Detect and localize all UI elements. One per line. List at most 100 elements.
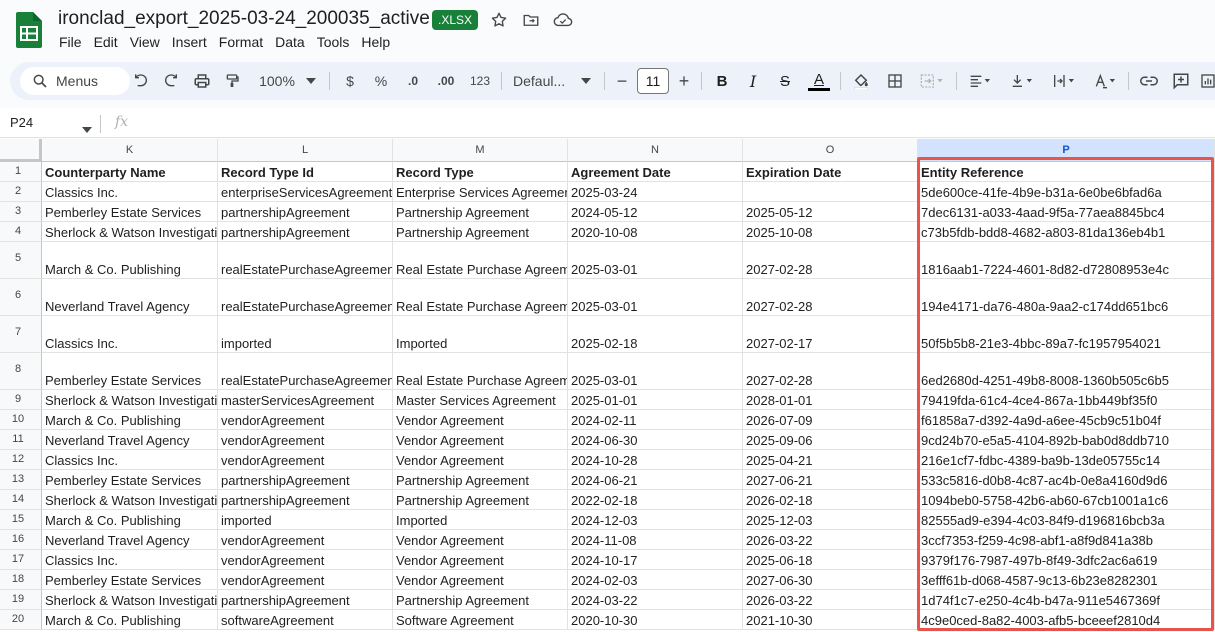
table-cell[interactable]: Classics Inc. <box>42 182 218 202</box>
table-cell[interactable]: Software Agreement <box>393 610 568 630</box>
sheets-logo-icon[interactable] <box>16 12 42 48</box>
table-cell[interactable]: Real Estate Purchase Agreement <box>393 242 568 279</box>
table-cell[interactable]: 2027-02-28 <box>743 353 918 390</box>
table-cell[interactable]: Partnership Agreement <box>393 590 568 610</box>
table-cell[interactable]: Pemberley Estate Services <box>42 202 218 222</box>
menu-help[interactable]: Help <box>355 33 396 51</box>
select-all-corner[interactable] <box>0 139 42 162</box>
table-cell[interactable]: imported <box>218 510 393 530</box>
row-header-16[interactable]: 16 <box>0 530 42 550</box>
table-cell[interactable]: Classics Inc. <box>42 450 218 470</box>
table-cell[interactable]: Sherlock & Watson Investigations <box>42 590 218 610</box>
table-cell[interactable]: 2025-12-03 <box>743 510 918 530</box>
table-cell[interactable]: partnershipAgreement <box>218 590 393 610</box>
row-header-17[interactable]: 17 <box>0 550 42 570</box>
zoom-caret-icon[interactable] <box>305 69 317 93</box>
table-cell[interactable]: Classics Inc. <box>42 550 218 570</box>
merge-cells-icon[interactable] <box>915 69 949 93</box>
table-cell[interactable]: 82555ad9-e394-4c03-84f9-d196816bcb3a <box>918 510 1215 530</box>
insert-comment-icon[interactable] <box>1170 69 1192 93</box>
name-box-caret-icon[interactable] <box>82 120 92 138</box>
table-cell[interactable]: Neverland Travel Agency <box>42 430 218 450</box>
row-header-10[interactable]: 10 <box>0 410 42 430</box>
table-cell[interactable]: 6ed2680d-4251-49b8-8008-1360b505c6b5 <box>918 353 1215 390</box>
table-cell[interactable]: 2024-05-12 <box>568 202 743 222</box>
table-cell[interactable]: vendorAgreement <box>218 530 393 550</box>
table-cell[interactable]: 2025-01-01 <box>568 390 743 410</box>
row-header-20[interactable]: 20 <box>0 610 42 630</box>
row-header-12[interactable]: 12 <box>0 450 42 470</box>
table-cell[interactable]: 2028-01-01 <box>743 390 918 410</box>
zoom-select[interactable]: 100% <box>256 69 298 93</box>
strikethrough-button[interactable]: S <box>776 69 794 93</box>
column-header-k[interactable]: K <box>42 139 218 162</box>
row-header-4[interactable]: 4 <box>0 222 42 242</box>
table-cell[interactable]: Sherlock & Watson Investigations <box>42 490 218 510</box>
row-header-13[interactable]: 13 <box>0 470 42 490</box>
insert-link-icon[interactable] <box>1138 69 1160 93</box>
table-cell[interactable]: Vendor Agreement <box>393 570 568 590</box>
table-cell[interactable]: 4c9e0ced-8a82-4003-afb5-bceeef2810d4 <box>918 610 1215 630</box>
document-title[interactable]: ironclad_export_2025-03-24_200035_active <box>58 8 430 30</box>
font-caret-icon[interactable] <box>580 69 592 93</box>
table-cell[interactable]: 1816aab1-7224-4601-8d82-d72808953e4c <box>918 242 1215 279</box>
table-cell[interactable]: March & Co. Publishing <box>42 410 218 430</box>
table-cell[interactable]: 2025-02-18 <box>568 316 743 353</box>
cloud-saved-icon[interactable] <box>552 9 574 31</box>
table-cell[interactable]: 2026-03-22 <box>743 590 918 610</box>
table-cell[interactable]: 533c5816-d0b8-4c87-ac4b-0e8a4160d9d6 <box>918 470 1215 490</box>
menu-data[interactable]: Data <box>269 33 311 51</box>
table-cell[interactable]: 2024-06-21 <box>568 470 743 490</box>
table-cell[interactable]: Sherlock & Watson Investigations <box>42 390 218 410</box>
table-cell[interactable]: Imported <box>393 510 568 530</box>
table-cell[interactable]: 2025-03-01 <box>568 279 743 316</box>
table-cell[interactable]: 2024-12-03 <box>568 510 743 530</box>
table-cell[interactable]: 1d74f1c7-e250-4c4b-b47a-911e5467369f <box>918 590 1215 610</box>
table-cell[interactable]: realEstatePurchaseAgreement <box>218 279 393 316</box>
table-cell[interactable]: 2027-02-17 <box>743 316 918 353</box>
table-cell[interactable]: 2025-03-24 <box>568 182 743 202</box>
table-cell[interactable]: 50f5b5b8-21e3-4bbc-89a7-fc1957954021 <box>918 316 1215 353</box>
table-cell[interactable] <box>743 182 918 202</box>
column-title-cell[interactable]: Entity Reference <box>918 162 1215 182</box>
table-cell[interactable]: Vendor Agreement <box>393 530 568 550</box>
font-size-input[interactable]: 11 <box>637 68 669 94</box>
undo-icon[interactable] <box>130 69 152 93</box>
table-cell[interactable]: Partnership Agreement <box>393 490 568 510</box>
table-cell[interactable]: 2025-05-12 <box>743 202 918 222</box>
table-cell[interactable]: Enterprise Services Agreement <box>393 182 568 202</box>
table-cell[interactable]: partnershipAgreement <box>218 202 393 222</box>
move-folder-icon[interactable] <box>520 9 542 31</box>
vertical-align-icon[interactable] <box>1007 69 1037 93</box>
redo-icon[interactable] <box>160 69 182 93</box>
column-title-cell[interactable]: Expiration Date <box>743 162 918 182</box>
menu-file[interactable]: File <box>58 33 88 51</box>
search-menus-input[interactable]: Menus <box>20 67 130 95</box>
table-cell[interactable]: 2024-02-03 <box>568 570 743 590</box>
column-title-cell[interactable]: Counterparty Name <box>42 162 218 182</box>
table-cell[interactable]: partnershipAgreement <box>218 470 393 490</box>
percent-format-button[interactable]: % <box>373 69 389 93</box>
row-header-8[interactable]: 8 <box>0 353 42 390</box>
table-cell[interactable]: vendorAgreement <box>218 450 393 470</box>
text-wrapping-icon[interactable] <box>1049 69 1079 93</box>
table-cell[interactable]: imported <box>218 316 393 353</box>
row-header-18[interactable]: 18 <box>0 570 42 590</box>
table-cell[interactable]: masterServicesAgreement <box>218 390 393 410</box>
table-cell[interactable]: 2020-10-30 <box>568 610 743 630</box>
table-cell[interactable]: Vendor Agreement <box>393 430 568 450</box>
increase-font-size-button[interactable]: + <box>676 69 692 93</box>
row-header-1[interactable]: 1 <box>0 162 42 182</box>
table-cell[interactable]: Partnership Agreement <box>393 470 568 490</box>
table-cell[interactable]: Neverland Travel Agency <box>42 530 218 550</box>
table-cell[interactable]: 9cd24b70-e5a5-4104-892b-bab0d8ddb710 <box>918 430 1215 450</box>
italic-button[interactable]: I <box>744 69 762 93</box>
table-cell[interactable]: vendorAgreement <box>218 570 393 590</box>
row-header-9[interactable]: 9 <box>0 390 42 410</box>
table-cell[interactable]: 2025-03-01 <box>568 353 743 390</box>
table-cell[interactable]: Pemberley Estate Services <box>42 353 218 390</box>
fill-color-icon[interactable] <box>850 69 872 93</box>
bold-button[interactable]: B <box>713 69 731 93</box>
table-cell[interactable]: 2024-11-08 <box>568 530 743 550</box>
table-cell[interactable]: 2025-09-06 <box>743 430 918 450</box>
